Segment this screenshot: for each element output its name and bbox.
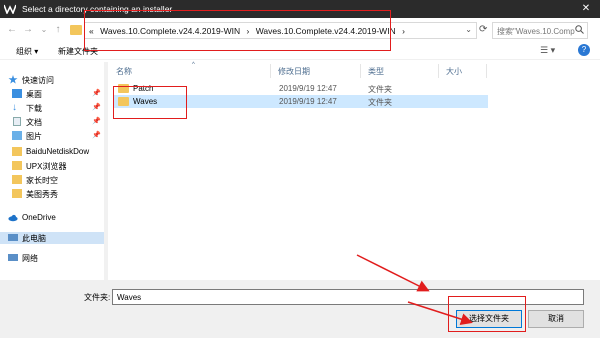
sort-indicator-icon: ^ bbox=[192, 62, 195, 68]
file-dialog: Select a directory containing an install… bbox=[0, 0, 600, 338]
file-row-patch[interactable]: Patch 2019/9/19 12:47 文件夹 bbox=[114, 82, 488, 95]
select-folder-button[interactable]: 选择文件夹 bbox=[456, 310, 522, 328]
recent-dropdown-icon[interactable]: ⌄ bbox=[38, 24, 50, 36]
folder-name-value: Waves bbox=[117, 293, 142, 302]
folder-name-label: 文件夹: bbox=[84, 293, 111, 302]
folder-icon bbox=[118, 84, 129, 93]
file-date: 2019/9/19 12:47 bbox=[279, 97, 337, 106]
sidebar-item-baidunetdisk[interactable]: BaiduNetdiskDow bbox=[0, 146, 104, 158]
folder-name-input[interactable]: Waves bbox=[112, 289, 584, 305]
sidebar-item-network[interactable]: 网络 bbox=[0, 252, 104, 264]
breadcrumb-prefix[interactable]: « bbox=[89, 26, 94, 36]
breadcrumb-separator[interactable]: › bbox=[402, 26, 405, 36]
help-icon[interactable]: ? bbox=[578, 44, 590, 56]
desktop-icon bbox=[12, 89, 22, 98]
sidebar-item-quick-access[interactable]: 快速访问 bbox=[0, 74, 104, 86]
breadcrumb-segment-1[interactable]: Waves.10.Complete.v24.4.2019-WIN bbox=[100, 26, 240, 36]
sidebar-item-label: 家长时空 bbox=[26, 176, 58, 185]
computer-icon bbox=[8, 234, 18, 241]
sidebar-scrollbar[interactable] bbox=[104, 62, 108, 280]
sidebar-item-documents[interactable]: 文档 📌 bbox=[0, 116, 104, 128]
forward-button[interactable]: → bbox=[22, 24, 34, 36]
folder-icon bbox=[12, 161, 22, 170]
pin-icon: 📌 bbox=[92, 118, 101, 125]
navigation-bar: ← → ⌄ ↑ « Waves.10.Complete.v24.4.2019-W… bbox=[0, 18, 600, 42]
column-divider[interactable] bbox=[270, 64, 271, 78]
refresh-button[interactable]: ⟳ bbox=[479, 24, 491, 36]
file-row-waves[interactable]: Waves 2019/9/19 12:47 文件夹 bbox=[114, 95, 488, 108]
file-type: 文件夹 bbox=[368, 85, 392, 94]
sidebar-item-upx[interactable]: UPX浏览器 bbox=[0, 160, 104, 172]
sidebar-item-label: 网络 bbox=[22, 254, 38, 263]
star-icon bbox=[8, 75, 18, 84]
sidebar-item-pictures[interactable]: 图片 📌 bbox=[0, 130, 104, 142]
title-bar: Select a directory containing an install… bbox=[0, 0, 600, 18]
sidebar-item-label: UPX浏览器 bbox=[26, 162, 67, 171]
dialog-footer: 文件夹: Waves 选择文件夹 取消 bbox=[0, 280, 600, 338]
folder-icon bbox=[12, 189, 22, 198]
column-divider[interactable] bbox=[360, 64, 361, 78]
column-header-name[interactable]: 名称 bbox=[116, 66, 132, 77]
sidebar-item-this-pc[interactable]: 此电脑 bbox=[0, 232, 104, 244]
document-icon bbox=[13, 117, 21, 126]
view-options-button[interactable]: ☰ ▾ bbox=[540, 45, 555, 56]
pin-icon: 📌 bbox=[92, 132, 101, 139]
sidebar-item-label: 桌面 bbox=[26, 90, 42, 99]
breadcrumb-separator[interactable]: › bbox=[246, 26, 249, 36]
sidebar-item-label: 图片 bbox=[26, 132, 42, 141]
column-divider[interactable] bbox=[438, 64, 439, 78]
breadcrumb-segment-2[interactable]: Waves.10.Complete.v24.4.2019-WIN bbox=[256, 26, 396, 36]
sidebar-item-label: 下载 bbox=[26, 104, 42, 113]
search-icon bbox=[575, 25, 584, 34]
sidebar-item-desktop[interactable]: 桌面 📌 bbox=[0, 88, 104, 100]
picture-icon bbox=[12, 131, 22, 140]
folder-icon bbox=[12, 175, 22, 184]
file-name: Patch bbox=[133, 84, 154, 93]
breadcrumb: « Waves.10.Complete.v24.4.2019-WIN › Wav… bbox=[89, 26, 409, 36]
sidebar-item-label: 美图秀秀 bbox=[26, 190, 58, 199]
folder-icon bbox=[12, 147, 22, 156]
organize-button[interactable]: 组织 ▾ bbox=[16, 46, 38, 57]
sidebar-item-label: 此电脑 bbox=[22, 234, 46, 243]
sidebar-item-label: BaiduNetdiskDow bbox=[26, 147, 90, 156]
pin-icon: 📌 bbox=[92, 90, 101, 97]
sidebar-item-downloads[interactable]: ↓ 下载 📌 bbox=[0, 102, 104, 114]
window-title: Select a directory containing an install… bbox=[22, 4, 173, 14]
column-header-date[interactable]: 修改日期 bbox=[278, 66, 310, 77]
folder-icon bbox=[70, 25, 82, 35]
search-placeholder: 搜索"Waves.10.Complete.v... bbox=[497, 27, 575, 36]
back-button[interactable]: ← bbox=[6, 24, 18, 36]
search-input[interactable]: 搜索"Waves.10.Complete.v... bbox=[492, 22, 588, 39]
download-icon: ↓ bbox=[12, 102, 17, 113]
pin-icon: 📌 bbox=[92, 104, 101, 111]
close-button[interactable]: ✕ bbox=[572, 0, 600, 18]
column-header-type[interactable]: 类型 bbox=[368, 66, 384, 77]
sidebar-item-label: 快速访问 bbox=[22, 76, 54, 85]
column-header-size[interactable]: 大小 bbox=[446, 66, 462, 77]
command-bar: 组织 ▾ 新建文件夹 ☰ ▾ ? bbox=[0, 42, 600, 60]
file-name: Waves bbox=[133, 97, 158, 106]
cloud-icon bbox=[8, 214, 18, 222]
address-bar[interactable]: « Waves.10.Complete.v24.4.2019-WIN › Wav… bbox=[84, 22, 477, 39]
address-dropdown-icon[interactable]: ⌄ bbox=[465, 25, 472, 34]
waves-logo-icon bbox=[4, 4, 16, 14]
new-folder-button[interactable]: 新建文件夹 bbox=[58, 46, 98, 57]
network-icon bbox=[8, 254, 18, 261]
sidebar-item-onedrive[interactable]: OneDrive bbox=[0, 212, 104, 224]
up-button[interactable]: ↑ bbox=[52, 24, 64, 36]
navigation-pane: 快速访问 桌面 📌 ↓ 下载 📌 文档 📌 图片 📌 BaiduNetdiskD… bbox=[0, 62, 104, 280]
sidebar-item-meitu[interactable]: 美图秀秀 bbox=[0, 188, 104, 200]
file-type: 文件夹 bbox=[368, 98, 392, 107]
sidebar-item-parent-time[interactable]: 家长时空 bbox=[0, 174, 104, 186]
folder-icon bbox=[118, 97, 129, 106]
file-list: 名称 ^ 修改日期 类型 大小 Patch 2019/9/19 12:47 文件… bbox=[110, 62, 600, 280]
sidebar-item-label: OneDrive bbox=[22, 213, 56, 222]
column-divider[interactable] bbox=[486, 64, 487, 78]
cancel-button[interactable]: 取消 bbox=[528, 310, 584, 328]
file-date: 2019/9/19 12:47 bbox=[279, 84, 337, 93]
sidebar-item-label: 文档 bbox=[26, 118, 42, 127]
